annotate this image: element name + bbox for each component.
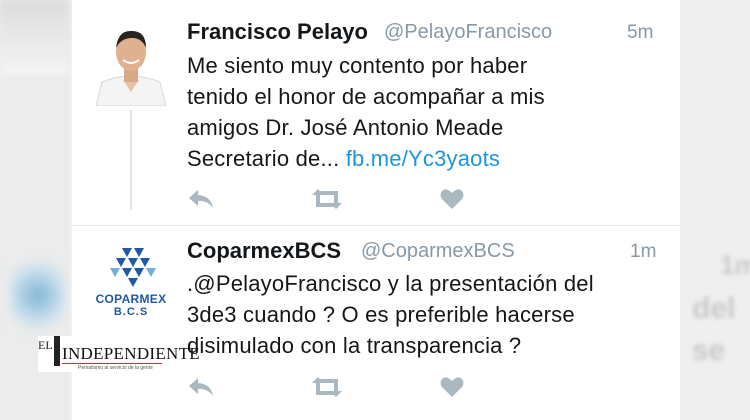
background-blurred-logo [10,255,65,335]
avatar-francisco-pelayo[interactable] [90,22,172,106]
watermark-el-independiente: EL INDEPENDIENTE Periodismo al servicio … [38,336,200,372]
retweet-icon [312,377,342,397]
retweet-button[interactable] [310,375,344,404]
author-handle[interactable]: @CoparmexBCS [361,240,515,263]
avatar-coparmex-bcs[interactable]: COPARMEX B.C.S [90,240,172,324]
coparmex-logo-text: COPARMEX [95,292,167,306]
author-handle[interactable]: @PelayoFrancisco [384,21,552,44]
author-name[interactable]: CoparmexBCS [187,238,341,264]
tweet-body: .@PelayoFrancisco y la presentación del … [187,271,594,358]
background-word-se: se [692,334,726,367]
tweet-divider [72,225,680,226]
reply-button[interactable] [187,187,215,216]
thread-connector-line [130,110,132,210]
reply-icon [189,190,213,208]
like-button[interactable] [439,187,465,216]
background-word-del: del [692,292,736,325]
like-icon [440,189,464,209]
tweet-link[interactable]: fb.me/Yc3yaots [346,146,500,171]
coparmex-logo-subtext: B.C.S [113,306,149,318]
watermark-tagline: Periodismo al servicio de la gente [78,365,153,371]
watermark-el: EL [38,338,53,352]
tweet-text: .@PelayoFrancisco y la presentación del … [187,268,594,361]
author-name[interactable]: Francisco Pelayo [187,19,368,45]
watermark-pillar-icon [54,336,60,366]
tweet-text: Me siento muy contento por haber tenido … [187,50,545,174]
watermark-underline [62,363,162,364]
watermark-brand: INDEPENDIENTE [62,344,200,363]
reply-button[interactable] [187,375,215,404]
background-blurred-photo [0,0,70,75]
retweet-button[interactable] [310,187,344,216]
like-icon [440,377,464,397]
tweet-timestamp[interactable]: 1m [630,241,656,263]
background-right: 1m del se [678,0,750,420]
tweet-timestamp[interactable]: 5m [627,22,653,44]
reply-icon [189,378,213,396]
retweet-icon [312,189,342,209]
background-time-text: 1m [720,250,750,280]
like-button[interactable] [439,375,465,404]
